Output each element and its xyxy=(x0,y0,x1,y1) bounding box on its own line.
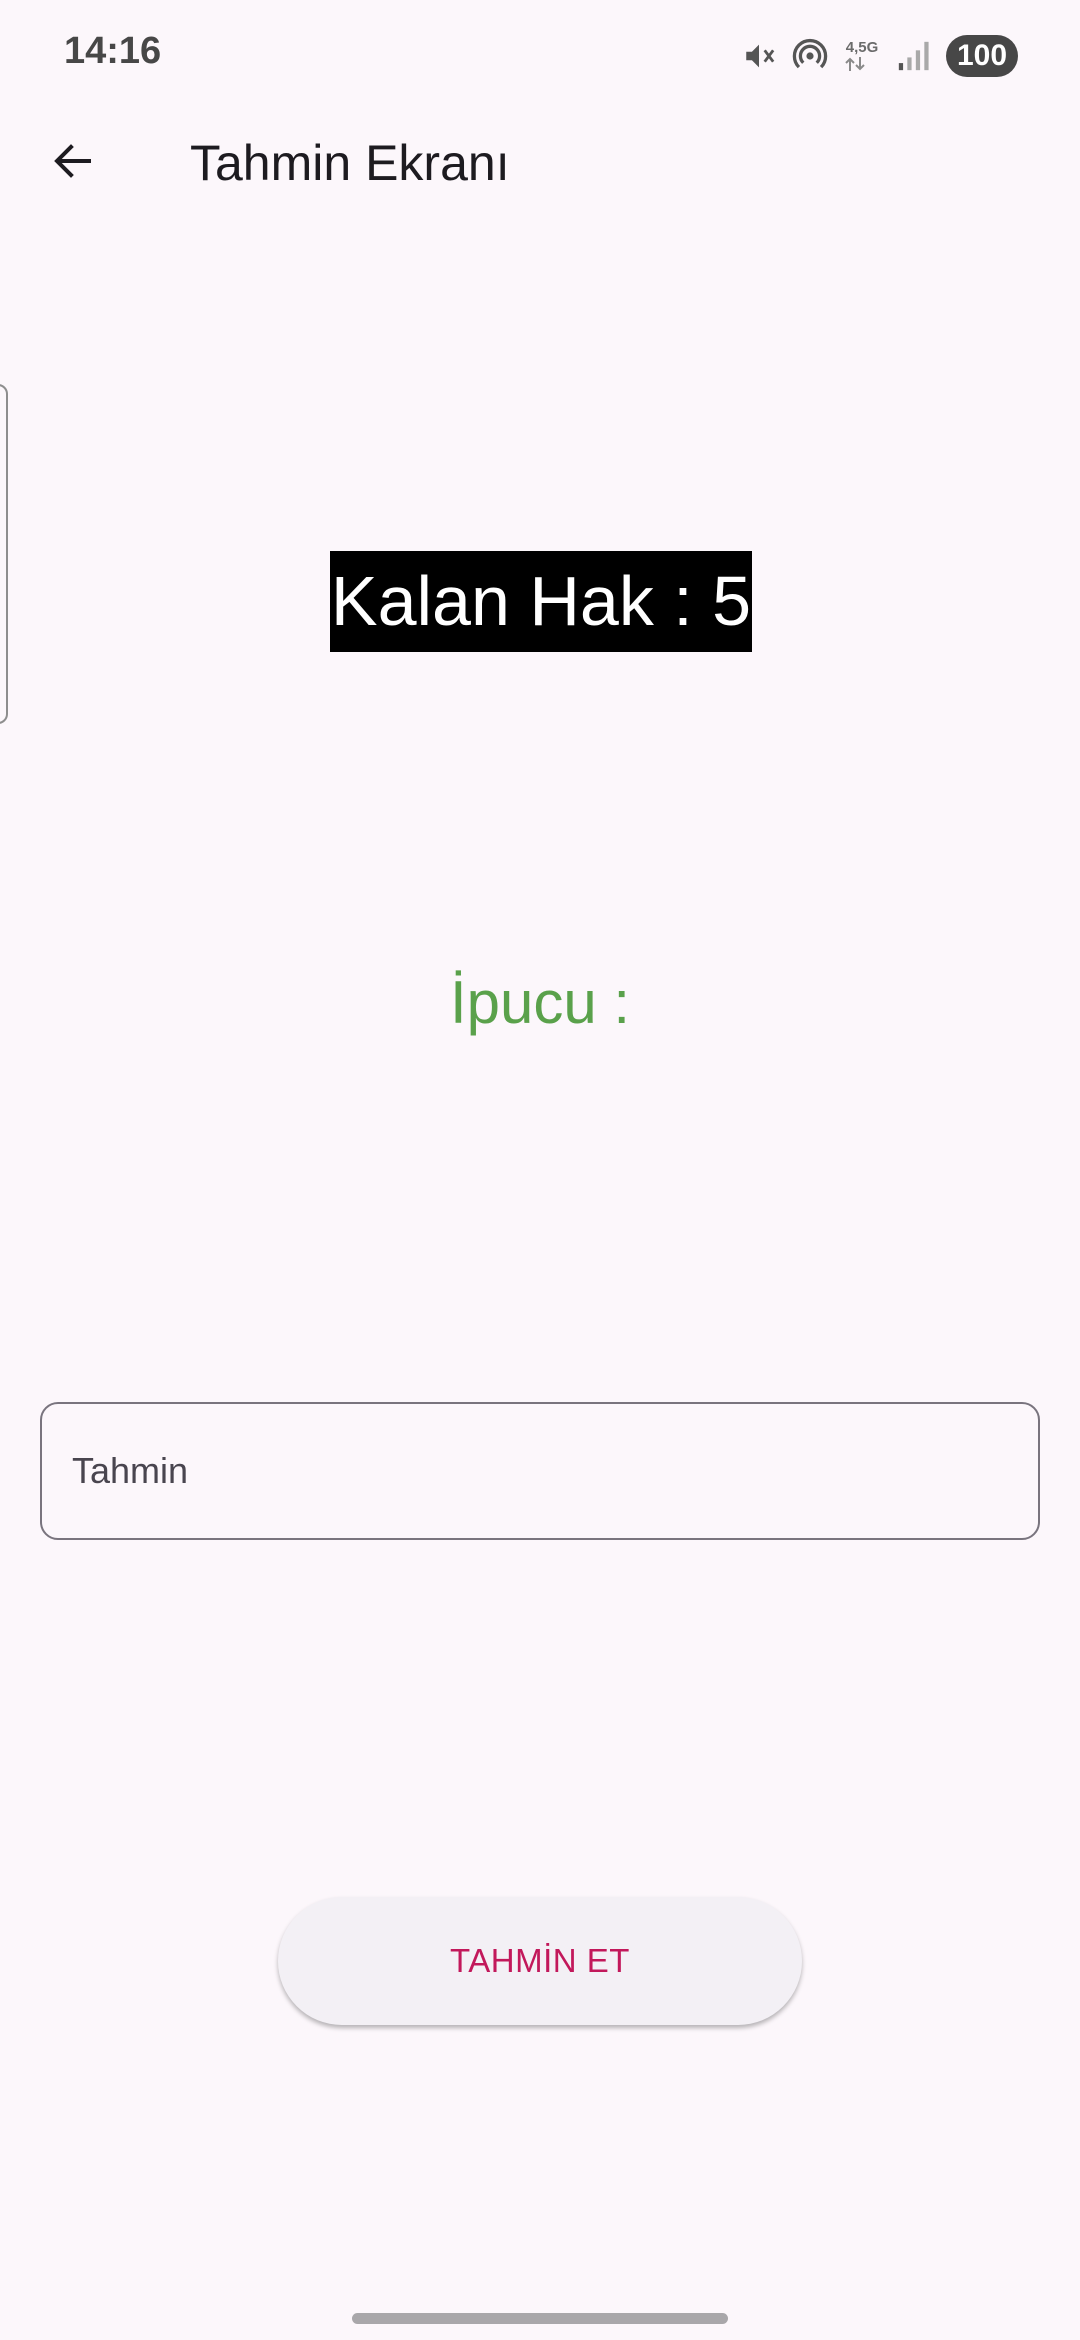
battery-icon: 100 xyxy=(946,35,1018,77)
back-button[interactable] xyxy=(36,126,110,200)
network-label: 4,5G xyxy=(845,39,879,56)
home-indicator[interactable] xyxy=(352,2313,728,2324)
network-4.5g-icon: 4,5G xyxy=(844,40,880,72)
edge-panel-handle[interactable] xyxy=(0,384,8,724)
hotspot-icon xyxy=(792,38,828,74)
status-time: 14:16 xyxy=(64,30,162,72)
battery-level: 100 xyxy=(956,39,1008,72)
hint-label: İpucu : xyxy=(449,969,631,1036)
guess-input[interactable] xyxy=(40,1402,1040,1540)
status-bar: 14:16 4,5G 100 xyxy=(0,0,1080,112)
remaining-attempts-label: Kalan Hak : 5 xyxy=(330,551,752,652)
app-bar: Tahmin Ekranı xyxy=(0,112,1080,214)
page-title: Tahmin Ekranı xyxy=(190,135,510,191)
mute-icon xyxy=(742,39,776,73)
signal-icon xyxy=(896,39,930,73)
arrow-left-icon xyxy=(49,137,97,190)
status-icons: 4,5G 100 xyxy=(742,34,1018,78)
guess-submit-button[interactable]: TAHMİN ET xyxy=(278,1897,802,2025)
